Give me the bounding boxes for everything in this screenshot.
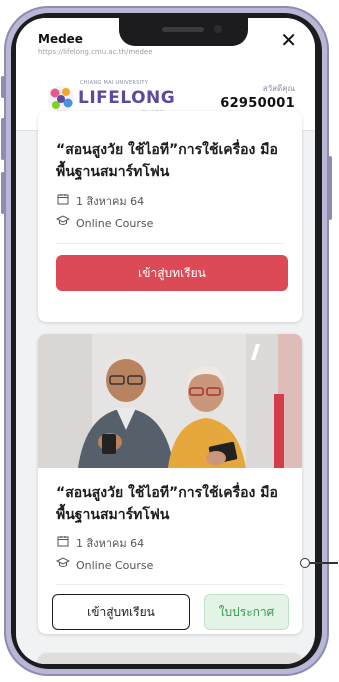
course-date: 1 สิงหาคม 64 (56, 192, 144, 210)
course-type-text: Online Course (76, 559, 154, 572)
course-card[interactable] (38, 653, 302, 664)
course-title: “สอนสูงวัย ใช้ไอที”การใช้เครื่อง มือพื้น… (56, 485, 278, 523)
webview-title: Medee (38, 32, 83, 46)
course-date-text: 1 สิงหาคม 64 (76, 195, 145, 208)
course-type-text: Online Course (76, 217, 154, 230)
calendar-icon (56, 535, 70, 550)
logo-university-text: CHIANG MAI UNIVERSITY (80, 80, 149, 86)
course-thumbnail (38, 653, 302, 664)
front-camera (214, 25, 222, 33)
enter-lesson-button[interactable]: เข้าสู่บทเรียน (52, 594, 190, 630)
card-divider (56, 243, 284, 244)
course-type: Online Course (55, 557, 154, 572)
course-date-text: 1 สิงหาคม 64 (76, 537, 145, 550)
mute-switch (1, 76, 5, 98)
screen: Medee https://lifelong.cmu.ac.th/medee ✕… (16, 18, 315, 664)
callout-marker (300, 558, 310, 568)
course-card: “สอนสูงวัย ใช้ไอที”การใช้เครื่อง มือพื้น… (38, 334, 302, 634)
webview-url: https://lifelong.cmu.ac.th/medee (38, 48, 153, 56)
course-title: “สอนสูงวัย ใช้ไอที”การใช้เครื่อง มือพื้น… (56, 142, 278, 180)
course-type: Online Course (55, 215, 154, 230)
notch (119, 18, 248, 46)
logo-emblem-icon (48, 86, 74, 112)
logo-lifelong-text: LIFELONG (78, 88, 176, 108)
speaker-grille (162, 27, 204, 32)
enter-lesson-button[interactable]: เข้าสู่บทเรียน (56, 255, 288, 291)
close-icon[interactable]: ✕ (280, 30, 297, 50)
power-button (328, 156, 332, 220)
certificate-button[interactable]: ใบประกาศ (204, 594, 289, 630)
course-thumbnail[interactable] (38, 334, 302, 468)
calendar-icon (56, 193, 70, 208)
user-greeting: สวัสดีคุณ 62950001 (220, 82, 295, 111)
volume-up-button (1, 118, 5, 160)
course-card: “สอนสูงวัย ใช้ไอที”การใช้เครื่อง มือพื้น… (38, 111, 302, 322)
card-divider (56, 584, 284, 585)
graduation-cap-icon (55, 215, 71, 230)
course-list[interactable]: “สอนสูงวัย ใช้ไอที”การใช้เครื่อง มือพื้น… (16, 111, 315, 664)
greeting-label: สวัสดีคุณ (262, 84, 295, 93)
graduation-cap-icon (55, 557, 71, 572)
course-date: 1 สิงหาคม 64 (56, 534, 144, 552)
volume-down-button (1, 172, 5, 214)
user-id: 62950001 (220, 96, 295, 111)
callout-line (310, 562, 338, 564)
